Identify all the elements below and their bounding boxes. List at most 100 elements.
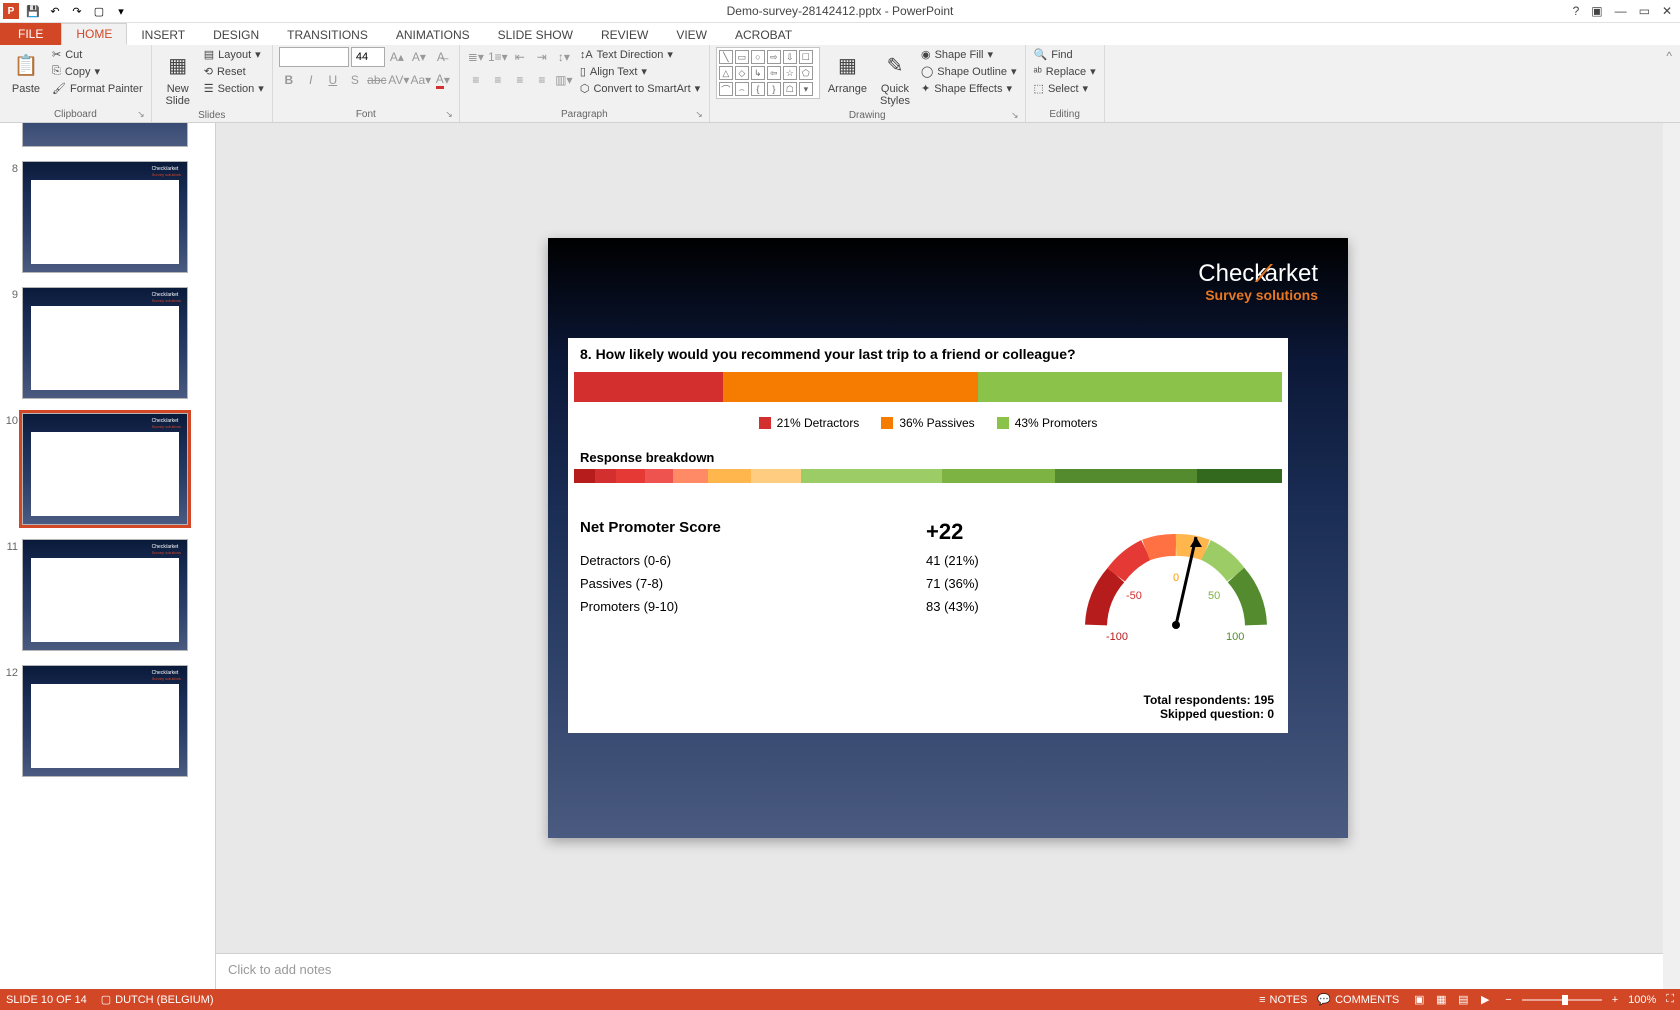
numbering-button[interactable]: 1≡▾ bbox=[488, 47, 508, 67]
slide-thumb-10[interactable]: Check/arketSurvey solutions bbox=[22, 413, 188, 525]
shapes-gallery[interactable]: ╲ ▭ ○ ⇨ ⇩ ☐ △ ◇ ↳ ⇦ ☆ ⬠ ⌒ ⌢ { } ☖ ▾ bbox=[716, 47, 820, 99]
zoom-in-button[interactable]: + bbox=[1612, 994, 1618, 1006]
align-right-button[interactable]: ≡ bbox=[510, 70, 530, 90]
slide-10[interactable]: Check⁄arket Survey solutions 8. How like… bbox=[548, 238, 1348, 838]
line-spacing-button[interactable]: ↕▾ bbox=[554, 47, 574, 67]
shape-line-icon[interactable]: ╲ bbox=[719, 50, 733, 64]
align-center-button[interactable]: ≡ bbox=[488, 70, 508, 90]
minimize-icon[interactable]: — bbox=[1615, 4, 1627, 18]
tab-insert[interactable]: INSERT bbox=[127, 25, 199, 45]
font-color-button[interactable]: A▾ bbox=[433, 70, 453, 90]
restore-icon[interactable]: ▭ bbox=[1639, 4, 1650, 18]
shape-brace2-icon[interactable]: } bbox=[767, 82, 781, 96]
tab-animations[interactable]: ANIMATIONS bbox=[382, 25, 484, 45]
slide-thumb-11[interactable]: Check/arketSurvey solutions bbox=[22, 539, 188, 651]
comments-button[interactable]: 💬COMMENTS bbox=[1317, 993, 1399, 1006]
undo-icon[interactable]: ↶ bbox=[46, 2, 64, 20]
columns-button[interactable]: ▥▾ bbox=[554, 70, 574, 90]
format-painter-button[interactable]: 🖌Format Painter bbox=[50, 81, 145, 96]
paragraph-launcher-icon[interactable]: ↘ bbox=[695, 109, 703, 120]
slide-thumb-8[interactable]: Check/arketSurvey solutions bbox=[22, 161, 188, 273]
normal-view-icon[interactable]: ▣ bbox=[1409, 992, 1429, 1008]
close-icon[interactable]: ✕ bbox=[1662, 4, 1672, 18]
drawing-launcher-icon[interactable]: ↘ bbox=[1011, 110, 1019, 121]
shape-rect-icon[interactable]: ▭ bbox=[735, 50, 749, 64]
replace-button[interactable]: ᵃᵇReplace▾ bbox=[1032, 64, 1098, 79]
align-text-button[interactable]: ▯Align Text▾ bbox=[578, 64, 702, 79]
clipboard-launcher-icon[interactable]: ↘ bbox=[137, 109, 145, 120]
clear-formatting-icon[interactable]: A̶ bbox=[431, 47, 451, 67]
help-icon[interactable]: ? bbox=[1573, 4, 1580, 18]
slide-counter[interactable]: SLIDE 10 OF 14 bbox=[6, 994, 87, 1006]
font-name-input[interactable] bbox=[279, 47, 349, 67]
quick-styles-button[interactable]: ✎ Quick Styles bbox=[875, 47, 915, 109]
increase-font-icon[interactable]: A▴ bbox=[387, 47, 407, 67]
shape-more-icon[interactable]: ▾ bbox=[799, 82, 813, 96]
bold-button[interactable]: B bbox=[279, 70, 299, 90]
slide-canvas[interactable]: Check⁄arket Survey solutions 8. How like… bbox=[216, 123, 1680, 953]
find-button[interactable]: 🔍Find bbox=[1032, 47, 1098, 62]
shape-arrow2-icon[interactable]: ⇩ bbox=[783, 50, 797, 64]
qat-more-icon[interactable]: ▾ bbox=[112, 2, 130, 20]
tab-acrobat[interactable]: ACROBAT bbox=[721, 25, 806, 45]
notes-button[interactable]: ≡NOTES bbox=[1259, 994, 1307, 1006]
slide-thumb-12[interactable]: Check/arketSurvey solutions bbox=[22, 665, 188, 777]
decrease-indent-button[interactable]: ⇤ bbox=[510, 47, 530, 67]
shape-triangle-icon[interactable]: △ bbox=[719, 66, 733, 80]
shape-effects-button[interactable]: ✦Shape Effects▾ bbox=[919, 81, 1019, 96]
shape-star-icon[interactable]: ☆ bbox=[783, 66, 797, 80]
collapse-ribbon-icon[interactable]: ^ bbox=[1658, 45, 1680, 122]
paste-button[interactable]: 📋 Paste bbox=[6, 47, 46, 97]
shape-pentagon-icon[interactable]: ⬠ bbox=[799, 66, 813, 80]
bullets-button[interactable]: ≣▾ bbox=[466, 47, 486, 67]
new-slide-button[interactable]: ▦ New Slide bbox=[158, 47, 198, 109]
tab-transitions[interactable]: TRANSITIONS bbox=[273, 25, 382, 45]
slide-thumb-7[interactable] bbox=[22, 123, 188, 147]
thumbnail-panel[interactable]: 8 Check/arketSurvey solutions 9 Check/ar… bbox=[0, 123, 216, 989]
save-icon[interactable]: 💾 bbox=[24, 2, 42, 20]
font-size-input[interactable] bbox=[351, 47, 385, 67]
cut-button[interactable]: ✂Cut bbox=[50, 47, 145, 62]
reading-view-icon[interactable]: ▤ bbox=[1453, 992, 1473, 1008]
tab-design[interactable]: DESIGN bbox=[199, 25, 273, 45]
fit-to-window-icon[interactable]: ⛶ bbox=[1666, 993, 1674, 1006]
arrange-button[interactable]: ▦ Arrange bbox=[824, 47, 871, 97]
zoom-level[interactable]: 100% bbox=[1628, 994, 1656, 1006]
shape-fill-button[interactable]: ◉Shape Fill▾ bbox=[919, 47, 1019, 62]
slideshow-view-icon[interactable]: ▶ bbox=[1475, 992, 1495, 1008]
shape-arc-icon[interactable]: ⌢ bbox=[735, 82, 749, 96]
italic-button[interactable]: I bbox=[301, 70, 321, 90]
char-spacing-button[interactable]: AV▾ bbox=[389, 70, 409, 90]
copy-button[interactable]: ⎘Copy▾ bbox=[50, 64, 145, 79]
tab-file[interactable]: FILE bbox=[0, 23, 61, 45]
decrease-font-icon[interactable]: A▾ bbox=[409, 47, 429, 67]
justify-button[interactable]: ≡ bbox=[532, 70, 552, 90]
change-case-button[interactable]: Aa▾ bbox=[411, 70, 431, 90]
notes-area[interactable]: Click to add notes bbox=[216, 953, 1680, 989]
convert-smartart-button[interactable]: ⬡Convert to SmartArt▾ bbox=[578, 81, 702, 96]
zoom-slider[interactable] bbox=[1522, 999, 1602, 1001]
section-button[interactable]: ☰Section▾ bbox=[202, 81, 266, 96]
shape-callout-icon[interactable]: ☖ bbox=[783, 82, 797, 96]
shape-brace-icon[interactable]: { bbox=[751, 82, 765, 96]
slide-thumb-9[interactable]: Check/arketSurvey solutions bbox=[22, 287, 188, 399]
language-indicator[interactable]: ▢DUTCH (BELGIUM) bbox=[101, 993, 214, 1006]
ribbon-display-icon[interactable]: ▣ bbox=[1591, 4, 1602, 18]
shape-arrow3-icon[interactable]: ⇦ bbox=[767, 66, 781, 80]
start-from-beginning-icon[interactable]: ▢ bbox=[90, 2, 108, 20]
tab-view[interactable]: VIEW bbox=[662, 25, 721, 45]
zoom-out-button[interactable]: − bbox=[1505, 994, 1511, 1006]
shape-curve-icon[interactable]: ⌒ bbox=[719, 82, 733, 96]
underline-button[interactable]: U bbox=[323, 70, 343, 90]
slide-scrollbar[interactable] bbox=[1663, 123, 1680, 989]
tab-slideshow[interactable]: SLIDE SHOW bbox=[484, 25, 587, 45]
shape-outline-button[interactable]: ◯Shape Outline▾ bbox=[919, 64, 1019, 79]
shape-diamond-icon[interactable]: ◇ bbox=[735, 66, 749, 80]
increase-indent-button[interactable]: ⇥ bbox=[532, 47, 552, 67]
text-direction-button[interactable]: ↕AText Direction▾ bbox=[578, 47, 702, 62]
shape-connector-icon[interactable]: ↳ bbox=[751, 66, 765, 80]
tab-review[interactable]: REVIEW bbox=[587, 25, 662, 45]
align-left-button[interactable]: ≡ bbox=[466, 70, 486, 90]
shadow-button[interactable]: S bbox=[345, 70, 365, 90]
sorter-view-icon[interactable]: ▦ bbox=[1431, 992, 1451, 1008]
